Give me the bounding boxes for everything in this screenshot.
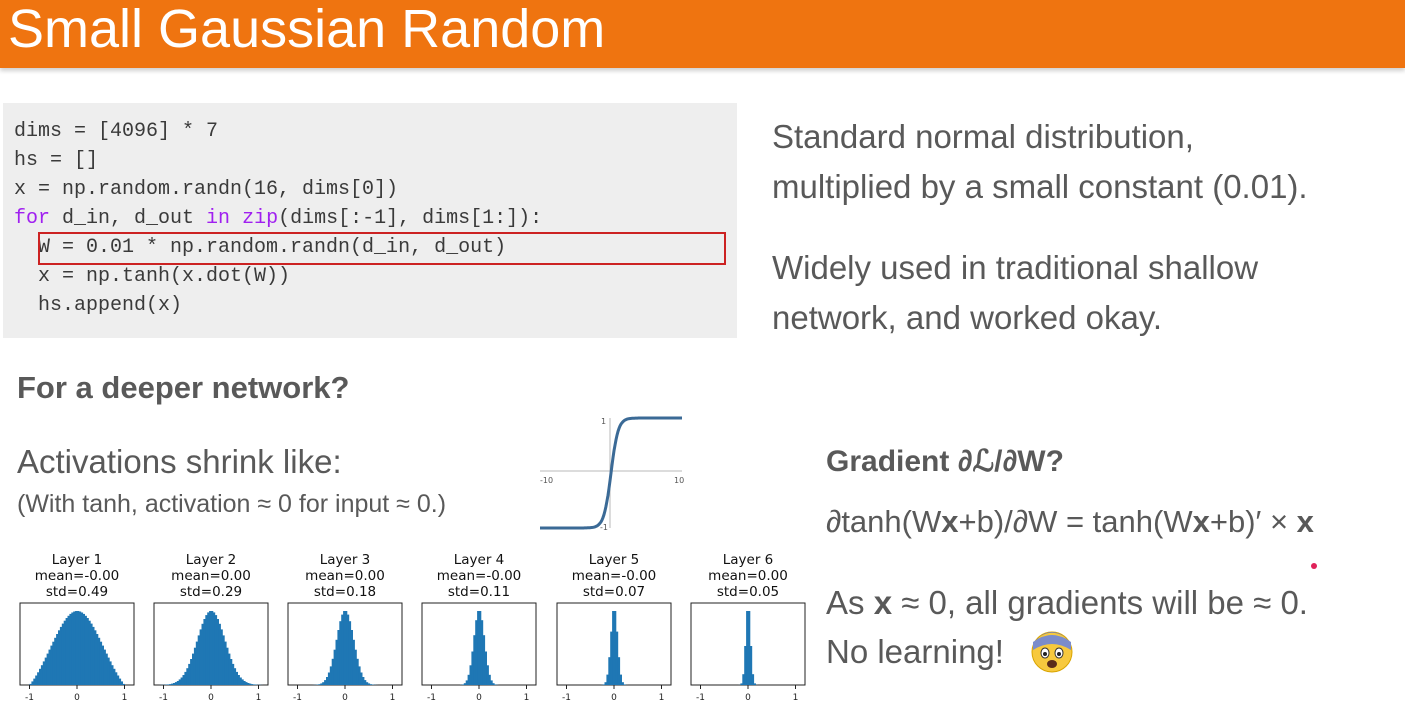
histogram-tick-label: 0: [342, 693, 348, 703]
conclusion-x: x: [873, 584, 893, 621]
gradient-formula: ∂tanh(Wx+b)/∂W = tanh(Wx+b)′ × x: [826, 504, 1314, 540]
histogram-mean: mean=-0.00: [436, 568, 522, 584]
tanh-xtick-min: -10: [540, 476, 553, 485]
desc1-line2: multiplied by a small constant (0.01).: [772, 168, 1308, 205]
tanh-xtick-max: 10: [674, 476, 684, 485]
histogram-tick-label: 0: [611, 693, 617, 703]
code-line-4: for d_in, d_out in zip(dims[:-1], dims[1…: [14, 207, 543, 230]
histogram-tick-label: -1: [696, 693, 705, 703]
histogram-tick-label: 0: [208, 693, 214, 703]
histogram-panel: Layer 6 mean=0.00 std=0.05 -1 0 1: [689, 552, 807, 704]
histogram-plot: -1 0 1: [19, 602, 135, 703]
gradient-formula-part-a: ∂tanh(W: [826, 504, 942, 539]
gradient-formula-x3: x: [1296, 504, 1314, 539]
tanh-ytick-min: -1: [600, 523, 608, 532]
code-line-7: hs.append(x): [14, 294, 183, 317]
histogram-tick-label: 1: [256, 693, 262, 703]
histogram-panel: Layer 1 mean=-0.00 std=0.49 -1 0 1: [18, 552, 136, 704]
shrink-note: (With tanh, activation ≈ 0 for input ≈ 0…: [17, 490, 447, 518]
histogram-panel: Layer 5 mean=-0.00 std=0.07 -1 0 1: [555, 552, 673, 704]
histogram-plot: -1 0 1: [287, 602, 403, 703]
title-bar: Small Gaussian Random: [0, 0, 1405, 68]
histogram-bar: [753, 683, 756, 685]
histogram-panel: Layer 3 mean=0.00 std=0.18 -1 0 1: [286, 552, 404, 704]
histogram-tick-label: -1: [25, 693, 34, 703]
histogram-tick-label: 1: [122, 693, 128, 703]
histogram-tick-label: 0: [476, 693, 482, 703]
fearful-face-icon: [1031, 631, 1073, 673]
desc2-line1: Widely used in traditional shallow: [772, 249, 1259, 286]
pointer-dot: [1311, 563, 1317, 569]
histogram-tick-label: 1: [524, 693, 530, 703]
conclusion-line1: As x ≈ 0, all gradients will be ≈ 0.: [826, 584, 1308, 622]
code-line-1: dims = [4096] * 7: [14, 120, 219, 143]
histogram-panel: Layer 4 mean=-0.00 std=0.11 -1 0 1: [420, 552, 538, 704]
code-highlight-box: [38, 232, 726, 265]
histogram-tick-label: 1: [659, 693, 665, 703]
histogram-std-label: std=0.07: [582, 584, 646, 600]
histogram-title: Layer 1: [51, 552, 103, 568]
tanh-curve: [540, 416, 682, 530]
histogram-tick-label: 0: [74, 693, 80, 703]
gradient-formula-x1: x: [941, 504, 959, 539]
conclusion-part-c: ≈ 0, all gradients will be ≈ 0.: [892, 584, 1308, 621]
histogram-title: Layer 6: [722, 552, 774, 568]
histogram-plot: -1 0 1: [421, 602, 537, 703]
desc2-line2: network, and worked okay.: [772, 299, 1163, 336]
histogram-tick-label: 1: [793, 693, 799, 703]
tanh-ytick-max: 1: [601, 417, 606, 426]
tanh-plot: -10 10 1 -1: [540, 416, 684, 532]
histogram-title: Layer 5: [588, 552, 640, 568]
code-line-6: x = np.tanh(x.dot(W)): [14, 265, 291, 288]
histogram-title: Layer 4: [453, 552, 505, 568]
code-line-2: hs = []: [14, 149, 99, 172]
gradient-formula-part-e: +b)′ ×: [1209, 504, 1297, 539]
histogram-tick-label: 1: [390, 693, 396, 703]
code-line-3: x = np.random.randn(16, dims[0]): [14, 178, 399, 201]
histogram-mean: mean=-0.00: [34, 568, 120, 584]
histogram-tick-label: -1: [427, 693, 436, 703]
histogram-title: Layer 3: [319, 552, 371, 568]
histogram-mean: mean=0.00: [305, 568, 385, 584]
histogram-std-label: std=0.29: [179, 584, 243, 600]
histogram-plot: -1 0 1: [153, 602, 269, 703]
histogram-plot: -1 0 1: [690, 602, 806, 703]
histogram-mean: mean=0.00: [708, 568, 788, 584]
histogram-std-label: std=0.49: [45, 584, 109, 600]
histogram-plot: -1 0 1: [556, 602, 672, 703]
slide-title: Small Gaussian Random: [8, 0, 606, 59]
histogram-std-label: std=0.11: [447, 584, 511, 600]
gradient-heading: Gradient ∂ℒ/∂W?: [826, 445, 1064, 478]
gradient-formula-x2: x: [1192, 504, 1210, 539]
histogram-tick-label: 0: [745, 693, 751, 703]
histogram-mean: mean=0.00: [171, 568, 251, 584]
histogram-std-label: std=0.18: [313, 584, 377, 600]
histogram-std-label: std=0.05: [716, 584, 780, 600]
histogram-bar: [751, 674, 755, 685]
histogram-title: Layer 2: [185, 552, 237, 568]
histogram-tick-label: -1: [159, 693, 168, 703]
conclusion-part-a: As: [826, 584, 874, 621]
histogram-bar: [122, 683, 125, 685]
deeper-heading: For a deeper network?: [17, 370, 350, 405]
gradient-formula-part-c: +b)/∂W = tanh(W: [958, 504, 1193, 539]
desc1-line1: Standard normal distribution,: [772, 118, 1194, 155]
histogram-tick-label: -1: [293, 693, 302, 703]
conclusion-line2: No learning!: [826, 633, 1004, 670]
shrink-text: Activations shrink like:: [17, 443, 342, 480]
histogram-mean: mean=-0.00: [571, 568, 657, 584]
histogram-panel: Layer 2 mean=0.00 std=0.29 -1 0 1: [152, 552, 270, 704]
histogram-tick-label: -1: [562, 693, 571, 703]
